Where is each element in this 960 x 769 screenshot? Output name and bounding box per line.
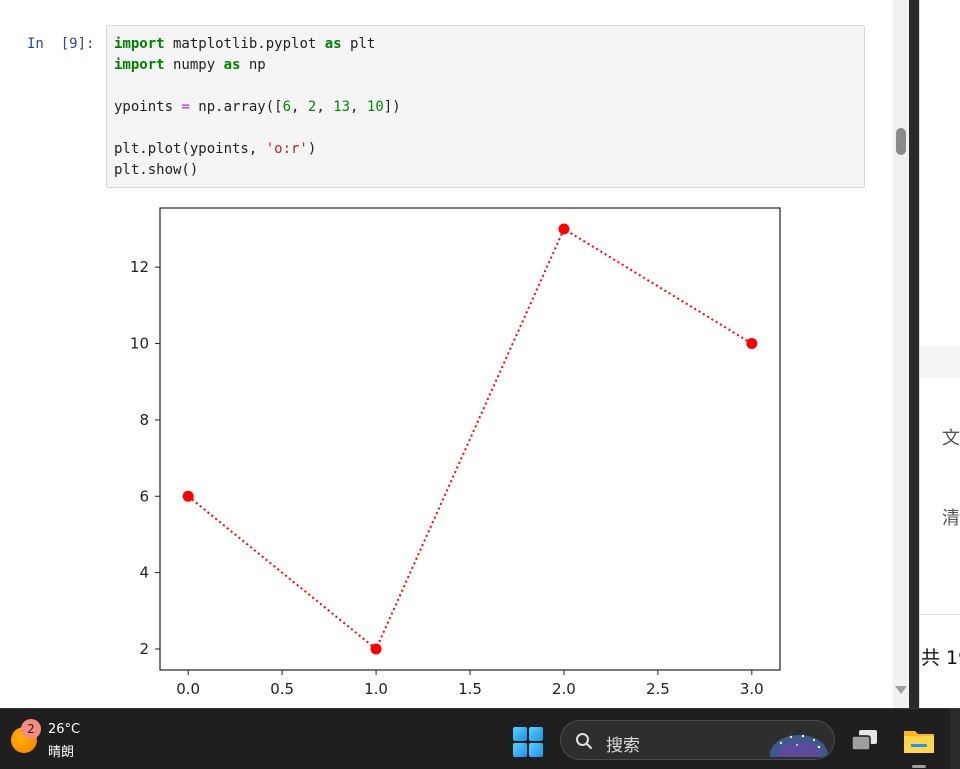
code-token: np <box>240 57 266 73</box>
code-token: 6 <box>282 99 292 115</box>
x-tick-label: 0.5 <box>270 680 294 698</box>
side-panel-highlight <box>920 346 960 378</box>
code-line: plt.plot(ypoints, 'o:r') <box>114 139 316 159</box>
code-token: ypoints <box>114 99 182 115</box>
code-token: matplotlib.pyplot <box>164 36 325 52</box>
windows-start-icon[interactable] <box>512 726 544 758</box>
x-tick-label: 2.5 <box>646 680 670 698</box>
data-point <box>182 490 194 502</box>
code-line: ypoints = np.array([6, 2, 13, 10]) <box>114 97 401 117</box>
data-point <box>746 338 758 350</box>
x-tick-label: 1.5 <box>458 680 482 698</box>
code-token: as <box>223 57 241 73</box>
code-token: , <box>291 99 308 115</box>
weather-description: 晴朗 <box>48 745 75 760</box>
y-tick-label: 8 <box>139 411 149 429</box>
search-label: 搜索 <box>606 736 640 756</box>
code-token: , <box>350 99 367 115</box>
file-explorer-icon[interactable] <box>903 727 935 755</box>
weather-temperature: 26°C <box>48 722 81 737</box>
code-token: plt.plot(ypoints, <box>114 141 266 157</box>
plot-area <box>159 207 781 671</box>
cell-prompt: In [9]: <box>27 36 95 52</box>
data-point <box>370 643 382 655</box>
y-tick-label: 2 <box>139 640 149 658</box>
x-tick-label: 1.0 <box>364 680 388 698</box>
side-panel-glyph: 文 <box>942 428 960 449</box>
code-token: plt.show() <box>114 162 199 178</box>
line-plot: 0.0 0.5 1.0 1.5 2.0 2.5 3.0 2 4 6 8 10 12 <box>130 207 781 698</box>
code-token: numpy <box>164 57 224 73</box>
code-token: import <box>114 57 165 73</box>
code-line: import numpy as np <box>114 55 266 75</box>
notebook-area: In [9]: import matplotlib.pyplot as plt i… <box>0 0 893 708</box>
active-app-indicator <box>912 765 926 768</box>
item-count: 共 19 <box>921 647 960 669</box>
y-tick-label: 10 <box>130 335 149 353</box>
search-icon <box>576 733 592 749</box>
y-tick-label: 4 <box>139 564 149 582</box>
notification-badge: 2 <box>21 719 41 739</box>
code-token: ]) <box>383 99 401 115</box>
side-panel-glyph: 清 <box>942 508 960 529</box>
code-token: 'o:r' <box>265 141 308 157</box>
code-token: np.array([ <box>189 99 283 115</box>
code-token: = <box>181 99 190 115</box>
divider <box>920 614 960 615</box>
side-panel: 文 清 共 19 <box>919 0 960 708</box>
code-token: 13 <box>333 99 351 115</box>
code-line: import matplotlib.pyplot as plt <box>114 34 375 54</box>
window-divider <box>909 0 919 708</box>
code-line: plt.show() <box>114 160 198 180</box>
taskbar-search-box[interactable]: 搜索 <box>560 720 835 760</box>
data-point <box>558 223 570 235</box>
code-token: 10 <box>366 99 384 115</box>
taskbar: 2 26°C 晴朗 搜索 <box>0 708 960 769</box>
code-token: plt <box>341 36 376 52</box>
search-highlight-icon <box>770 734 828 757</box>
task-view-icon[interactable] <box>850 728 880 754</box>
scrollbar-thumb[interactable] <box>896 128 906 155</box>
y-tick-label: 12 <box>130 258 149 276</box>
x-tick-label: 2.0 <box>552 680 576 698</box>
taskbar-edge <box>950 709 960 769</box>
x-tick-label: 3.0 <box>740 680 764 698</box>
code-cell[interactable]: import matplotlib.pyplot as plt import nu… <box>106 25 865 188</box>
code-token: as <box>324 36 342 52</box>
scroll-down-arrow-icon[interactable] <box>895 686 907 694</box>
code-token: , <box>316 99 334 115</box>
code-token: import <box>114 36 165 52</box>
code-token: ) <box>307 141 317 157</box>
y-tick-label: 6 <box>139 487 149 505</box>
x-tick-label: 0.0 <box>176 680 200 698</box>
vertical-scrollbar[interactable] <box>893 0 909 708</box>
